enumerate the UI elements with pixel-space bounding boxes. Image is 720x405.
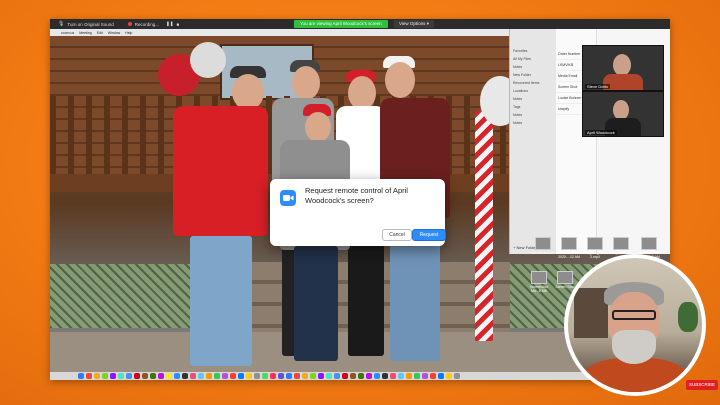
cancel-button[interactable]: Cancel [382, 229, 412, 241]
menu-edit[interactable]: Edit [97, 31, 103, 35]
dock-app-icon[interactable] [326, 373, 332, 379]
dock-app-icon[interactable] [238, 373, 244, 379]
dock-app-icon[interactable] [366, 373, 372, 379]
dock-app-icon[interactable] [110, 373, 116, 379]
sidebar-item[interactable]: Notes [510, 63, 556, 71]
dock-app-icon[interactable] [350, 373, 356, 379]
original-sound-toggle[interactable]: 🎙 Turn on Original Sound [58, 21, 114, 27]
mac-dock [50, 372, 670, 380]
desktop-file-icon[interactable]: Second Screen [530, 237, 556, 255]
dock-app-icon[interactable] [222, 373, 228, 379]
dock-app-icon[interactable] [310, 373, 316, 379]
viewing-banner: You are viewing April Woodcock's screen [294, 20, 388, 28]
menu-zoom[interactable]: zoom.us [61, 31, 74, 35]
dock-app-icon[interactable] [446, 373, 452, 379]
balloon-silver [190, 42, 226, 78]
desktop-file-icon[interactable]: USA_041_DEL... 2.mp4 [582, 237, 609, 259]
dock-app-icon[interactable] [454, 373, 460, 379]
dock-app-icon[interactable] [302, 373, 308, 379]
dock-app-icon[interactable] [246, 373, 252, 379]
dock-app-icon[interactable] [94, 373, 100, 379]
video-tile-steve[interactable]: Steve Dotto [582, 45, 664, 91]
dock-app-icon[interactable] [374, 373, 380, 379]
dock-app-icon[interactable] [358, 373, 364, 379]
view-options-button[interactable]: View Options ▾ [394, 20, 434, 28]
sidebar-item[interactable]: New Folder [510, 71, 556, 79]
dock-app-icon[interactable] [102, 373, 108, 379]
desktop-file-icon[interactable]: IMG_2113_M... [608, 237, 634, 255]
dock-app-icon[interactable] [118, 373, 124, 379]
pause-icon[interactable]: ❚❚ [166, 21, 174, 27]
sidebar-item[interactable]: Notes [510, 111, 556, 119]
request-button[interactable]: Request [412, 229, 446, 241]
sidebar-item[interactable]: Favorites [510, 47, 556, 55]
sidebar-item[interactable]: Tags [510, 103, 556, 111]
dock-app-icon[interactable] [422, 373, 428, 379]
zoom-share-toolbar: 🎙 Turn on Original Sound Recording... ❚❚… [50, 19, 670, 29]
microphone-icon: 🎙 [58, 21, 65, 27]
desktop-file-icon[interactable]: Screenshot Ma...8 MB [526, 271, 552, 293]
dock-app-icon[interactable] [254, 373, 260, 379]
dock-app-icon[interactable] [438, 373, 444, 379]
dock-app-icon[interactable] [414, 373, 420, 379]
dock-app-icon[interactable] [214, 373, 220, 379]
participant-name: April Woodcock [585, 130, 617, 135]
finder-sidebar: Favorites All My Files Notes New Folder … [510, 29, 556, 254]
dock-app-icon[interactable] [206, 373, 212, 379]
dock-app-icon[interactable] [286, 373, 292, 379]
sidebar-item[interactable]: All My Files [510, 55, 556, 63]
dock-app-icon[interactable] [430, 373, 436, 379]
stop-icon[interactable]: ■ [177, 22, 180, 27]
dock-app-icon[interactable] [294, 373, 300, 379]
dock-app-icon[interactable] [278, 373, 284, 379]
sidebar-item[interactable]: Locations [510, 87, 556, 95]
sidebar-item[interactable]: Recovered Items [510, 79, 556, 87]
dock-app-icon[interactable] [382, 373, 388, 379]
plus-icon: + [513, 245, 516, 250]
video-tile-april[interactable]: April Woodcock [582, 91, 664, 137]
dock-app-icon[interactable] [262, 373, 268, 379]
dock-app-icon[interactable] [390, 373, 396, 379]
dock-app-icon[interactable] [270, 373, 276, 379]
participant-name: Steve Dotto [585, 84, 610, 89]
dock-app-icon[interactable] [342, 373, 348, 379]
sidebar-item[interactable]: Notes [510, 119, 556, 127]
dock-app-icon[interactable] [334, 373, 340, 379]
record-dot-icon [127, 22, 132, 26]
dock-app-icon[interactable] [174, 373, 180, 379]
dock-app-icon[interactable] [158, 373, 164, 379]
menu-window[interactable]: Window [108, 31, 120, 35]
dock-app-icon[interactable] [198, 373, 204, 379]
dock-app-icon[interactable] [166, 373, 172, 379]
dock-app-icon[interactable] [142, 373, 148, 379]
dock-app-icon[interactable] [134, 373, 140, 379]
dock-app-icon[interactable] [406, 373, 412, 379]
zoom-camera-icon [280, 190, 296, 206]
dock-app-icon[interactable] [126, 373, 132, 379]
presenter-webcam [564, 254, 706, 396]
dock-app-icon[interactable] [318, 373, 324, 379]
remote-control-dialog: Request remote control of April Woodcock… [270, 179, 446, 246]
dock-app-icon[interactable] [86, 373, 92, 379]
dock-app-icon[interactable] [182, 373, 188, 379]
dock-app-icon[interactable] [78, 373, 84, 379]
chevron-down-icon: ▾ [426, 21, 429, 26]
dock-app-icon[interactable] [398, 373, 404, 379]
dialog-message: Request remote control of April Woodcock… [305, 186, 408, 205]
dock-app-icon[interactable] [150, 373, 156, 379]
recording-indicator[interactable]: Recording... ❚❚ ■ [127, 21, 180, 27]
menu-meeting[interactable]: Meeting [79, 31, 91, 35]
dock-app-icon[interactable] [190, 373, 196, 379]
menu-help[interactable]: Help [125, 31, 132, 35]
desktop-file-icon[interactable]: Screen Shot 2020-...12 AM [556, 237, 582, 259]
dock-app-icon[interactable] [230, 373, 236, 379]
subscribe-badge[interactable]: SUBSCRIBE [686, 380, 719, 390]
sidebar-item[interactable]: Notes [510, 95, 556, 103]
